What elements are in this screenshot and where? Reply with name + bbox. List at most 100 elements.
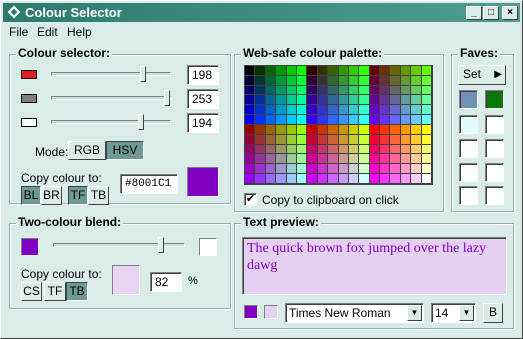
palette-cell[interactable]: [296, 75, 308, 86]
palette-cell[interactable]: [369, 85, 381, 96]
palette-cell[interactable]: [369, 66, 381, 76]
palette-cell[interactable]: [369, 115, 381, 125]
palette-cell[interactable]: [411, 105, 422, 116]
palette-cell[interactable]: [369, 124, 381, 135]
palette-cell[interactable]: [369, 95, 381, 106]
palette-cell[interactable]: [348, 85, 360, 96]
palette-cell[interactable]: [328, 66, 339, 76]
palette-cell[interactable]: [390, 85, 401, 96]
palette-cell[interactable]: [411, 174, 422, 184]
palette-cell[interactable]: [348, 174, 360, 184]
palette-cell[interactable]: [265, 134, 277, 145]
palette-cell[interactable]: [286, 124, 297, 135]
palette-cell[interactable]: [421, 124, 432, 135]
palette-cell[interactable]: [265, 115, 277, 125]
palette-cell[interactable]: [338, 75, 349, 86]
font-size-select[interactable]: 14 ▼: [431, 303, 476, 323]
palette-cell[interactable]: [317, 66, 329, 76]
fave-swatch[interactable]: [459, 115, 478, 134]
palette-cell[interactable]: [307, 164, 318, 175]
palette-cell[interactable]: [411, 124, 422, 135]
palette-cell[interactable]: [307, 85, 318, 96]
palette-cell[interactable]: [348, 124, 360, 135]
palette-cell[interactable]: [400, 154, 412, 165]
palette-cell[interactable]: [265, 75, 277, 86]
palette-cell[interactable]: [276, 75, 287, 86]
palette-cell[interactable]: [265, 66, 277, 76]
palette-cell[interactable]: [245, 66, 256, 76]
palette-cell[interactable]: [380, 134, 391, 145]
web-safe-palette-grid[interactable]: [244, 65, 433, 185]
palette-cell[interactable]: [328, 164, 339, 175]
palette-cell[interactable]: [390, 95, 401, 106]
palette-cell[interactable]: [380, 144, 391, 155]
palette-cell[interactable]: [317, 144, 329, 155]
palette-cell[interactable]: [348, 95, 360, 106]
palette-cell[interactable]: [328, 144, 339, 155]
palette-cell[interactable]: [390, 105, 401, 116]
palette-cell[interactable]: [255, 115, 266, 125]
palette-cell[interactable]: [359, 154, 370, 165]
channel-3-slider-track[interactable]: [51, 120, 171, 124]
palette-cell[interactable]: [276, 95, 287, 106]
palette-cell[interactable]: [296, 144, 308, 155]
palette-cell[interactable]: [296, 115, 308, 125]
palette-cell[interactable]: [245, 95, 256, 106]
palette-cell[interactable]: [317, 75, 329, 86]
channel-1-slider-track[interactable]: [51, 72, 171, 76]
palette-cell[interactable]: [286, 85, 297, 96]
palette-cell[interactable]: [348, 144, 360, 155]
palette-cell[interactable]: [317, 164, 329, 175]
palette-cell[interactable]: [328, 75, 339, 86]
palette-cell[interactable]: [276, 115, 287, 125]
palette-cell[interactable]: [400, 105, 412, 116]
palette-cell[interactable]: [255, 66, 266, 76]
palette-cell[interactable]: [411, 144, 422, 155]
palette-cell[interactable]: [255, 75, 266, 86]
palette-cell[interactable]: [307, 95, 318, 106]
palette-cell[interactable]: [380, 66, 391, 76]
palette-cell[interactable]: [286, 154, 297, 165]
palette-cell[interactable]: [255, 164, 266, 175]
menu-help[interactable]: Help: [67, 25, 92, 39]
palette-cell[interactable]: [317, 95, 329, 106]
blend-copy-tf-button[interactable]: TF: [44, 282, 66, 301]
palette-cell[interactable]: [380, 95, 391, 106]
palette-cell[interactable]: [400, 174, 412, 184]
palette-cell[interactable]: [421, 174, 432, 184]
maximize-button[interactable]: □: [483, 6, 499, 20]
palette-cell[interactable]: [348, 154, 360, 165]
palette-cell[interactable]: [265, 174, 277, 184]
palette-cell[interactable]: [359, 115, 370, 125]
palette-cell[interactable]: [338, 66, 349, 76]
palette-cell[interactable]: [380, 174, 391, 184]
blend-slider-track[interactable]: [53, 243, 185, 247]
palette-cell[interactable]: [421, 154, 432, 165]
palette-cell[interactable]: [390, 75, 401, 86]
palette-cell[interactable]: [255, 105, 266, 116]
palette-cell[interactable]: [380, 105, 391, 116]
palette-cell[interactable]: [390, 144, 401, 155]
menu-edit[interactable]: Edit: [37, 25, 58, 39]
palette-cell[interactable]: [307, 66, 318, 76]
bold-toggle-button[interactable]: B: [483, 303, 503, 323]
chevron-down-icon[interactable]: ▼: [407, 305, 422, 321]
palette-cell[interactable]: [296, 164, 308, 175]
palette-cell[interactable]: [348, 164, 360, 175]
copy-to-bl-button[interactable]: BL: [21, 186, 41, 205]
palette-cell[interactable]: [338, 115, 349, 125]
palette-cell[interactable]: [317, 115, 329, 125]
palette-cell[interactable]: [411, 85, 422, 96]
palette-cell[interactable]: [245, 115, 256, 125]
palette-cell[interactable]: [276, 174, 287, 184]
palette-cell[interactable]: [338, 144, 349, 155]
palette-cell[interactable]: [245, 85, 256, 96]
palette-cell[interactable]: [400, 115, 412, 125]
palette-cell[interactable]: [265, 85, 277, 96]
palette-cell[interactable]: [276, 85, 287, 96]
palette-cell[interactable]: [286, 75, 297, 86]
palette-cell[interactable]: [255, 134, 266, 145]
palette-cell[interactable]: [421, 134, 432, 145]
palette-cell[interactable]: [400, 144, 412, 155]
palette-cell[interactable]: [245, 124, 256, 135]
